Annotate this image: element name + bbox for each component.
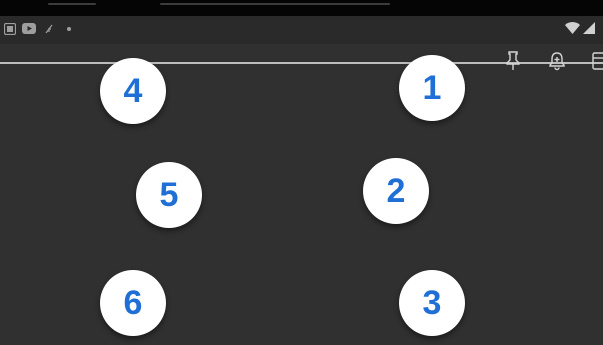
number-button-1[interactable]: 1 (399, 55, 465, 121)
number-label: 3 (422, 284, 442, 322)
number-label: 6 (123, 284, 143, 322)
dot-icon (67, 27, 71, 31)
gallery-icon (4, 23, 16, 35)
number-button-5[interactable]: 5 (136, 162, 202, 228)
bezel-highlight-left (48, 3, 96, 5)
feather-icon (45, 24, 53, 34)
top-bezel (0, 0, 603, 16)
number-button-3[interactable]: 3 (399, 270, 465, 336)
number-label: 1 (422, 69, 442, 107)
youtube-icon (22, 23, 36, 34)
number-button-6[interactable]: 6 (100, 270, 166, 336)
number-label: 2 (386, 172, 406, 210)
number-label: 5 (159, 176, 179, 214)
bezel-highlight-center (160, 3, 390, 5)
number-button-2[interactable]: 2 (363, 158, 429, 224)
wifi-icon (565, 22, 580, 34)
bell-icon[interactable] (549, 51, 565, 71)
number-label: 4 (123, 72, 143, 110)
pin-icon[interactable] (506, 51, 520, 71)
number-button-4[interactable]: 4 (100, 58, 166, 124)
signal-icon (583, 22, 595, 34)
archive-icon[interactable] (592, 51, 603, 71)
status-bar (0, 16, 603, 44)
